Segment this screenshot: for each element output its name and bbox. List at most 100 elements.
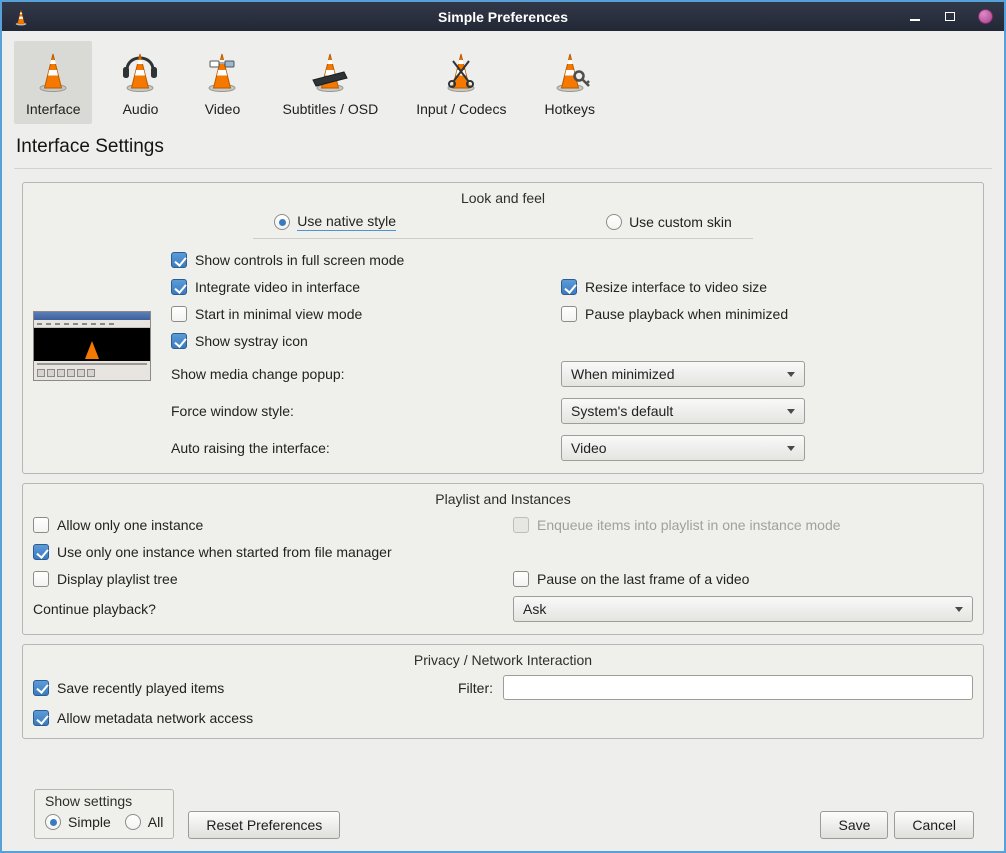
checkbox-pause-when-minimized[interactable]: Pause playback when minimized bbox=[561, 306, 788, 322]
input-codecs-icon bbox=[439, 49, 483, 96]
force-window-style-label: Force window style: bbox=[171, 403, 561, 419]
checkbox-start-minimal-view[interactable]: Start in minimal view mode bbox=[171, 306, 362, 322]
checkbox-box bbox=[561, 306, 577, 322]
category-toolbar: Interface Audio Video Subtitles / OSD In… bbox=[2, 31, 1004, 126]
save-button[interactable]: Save bbox=[820, 811, 888, 839]
checkbox-show-systray-icon[interactable]: Show systray icon bbox=[171, 333, 308, 349]
chevron-down-icon bbox=[787, 409, 795, 414]
tab-label: Hotkeys bbox=[544, 101, 595, 117]
video-cone-icon bbox=[200, 49, 244, 96]
audio-headphones-icon bbox=[118, 49, 162, 96]
tab-subtitles-osd[interactable]: Subtitles / OSD bbox=[270, 41, 390, 124]
preview-titlebar bbox=[34, 312, 150, 320]
privacy-network-group: Privacy / Network Interaction Save recen… bbox=[22, 644, 984, 739]
vlc-interface-preview-image bbox=[33, 311, 151, 381]
radio-dot bbox=[45, 814, 61, 830]
preview-video-area bbox=[34, 328, 150, 361]
checkbox-display-playlist-tree[interactable]: Display playlist tree bbox=[33, 571, 513, 587]
checkbox-box bbox=[33, 710, 49, 726]
titlebar: Simple Preferences bbox=[2, 2, 1004, 31]
checkbox-box bbox=[171, 252, 187, 268]
tab-video[interactable]: Video bbox=[188, 41, 256, 124]
continue-playback-dropdown[interactable]: Ask bbox=[513, 596, 973, 622]
preferences-window: Simple Preferences Interface Audio Video bbox=[0, 0, 1006, 853]
checkbox-box bbox=[171, 333, 187, 349]
group-title: Look and feel bbox=[33, 187, 973, 213]
tab-label: Audio bbox=[123, 101, 159, 117]
hotkeys-key-icon bbox=[548, 49, 592, 96]
preview-menubar bbox=[34, 320, 150, 328]
checkbox-pause-last-frame[interactable]: Pause on the last frame of a video bbox=[513, 571, 973, 587]
continue-playback-label: Continue playback? bbox=[33, 601, 513, 617]
checkbox-one-instance-file-manager[interactable]: Use only one instance when started from … bbox=[33, 544, 513, 560]
style-radio-row: Use native style Use custom skin bbox=[33, 213, 973, 231]
radio-settings-simple[interactable]: Simple bbox=[45, 814, 111, 830]
vlc-app-icon bbox=[12, 8, 30, 26]
window-title: Simple Preferences bbox=[2, 9, 1004, 25]
maximize-button[interactable] bbox=[941, 8, 959, 26]
tab-label: Subtitles / OSD bbox=[282, 101, 378, 117]
group-title: Privacy / Network Interaction bbox=[33, 649, 973, 675]
window-controls bbox=[906, 8, 994, 26]
tab-interface[interactable]: Interface bbox=[14, 41, 92, 124]
tab-input-codecs[interactable]: Input / Codecs bbox=[404, 41, 518, 124]
media-change-popup-label: Show media change popup: bbox=[171, 366, 561, 382]
checkbox-box bbox=[33, 544, 49, 560]
checkbox-box bbox=[33, 571, 49, 587]
media-change-popup-dropdown[interactable]: When minimized bbox=[561, 361, 805, 387]
dropdown-value: Ask bbox=[523, 601, 546, 617]
radio-use-custom-skin[interactable]: Use custom skin bbox=[606, 214, 732, 230]
tab-label: Interface bbox=[26, 101, 80, 117]
interface-cone-icon bbox=[31, 49, 75, 96]
subtitles-osd-icon bbox=[308, 49, 352, 96]
radio-label: All bbox=[148, 814, 164, 830]
checkbox-box bbox=[513, 517, 529, 533]
checkbox-box bbox=[33, 680, 49, 696]
dropdown-value: Video bbox=[571, 440, 607, 456]
close-button[interactable] bbox=[976, 8, 994, 26]
checkbox-allow-metadata-access[interactable]: Allow metadata network access bbox=[33, 710, 973, 726]
minimize-icon bbox=[910, 19, 920, 21]
checkbox-box bbox=[33, 517, 49, 533]
tab-hotkeys[interactable]: Hotkeys bbox=[532, 41, 607, 124]
radio-dot bbox=[274, 214, 290, 230]
checkbox-allow-one-instance[interactable]: Allow only one instance bbox=[33, 517, 513, 533]
footer: Show settings Simple All Reset Preferenc… bbox=[22, 789, 984, 851]
close-icon bbox=[978, 9, 993, 24]
checkbox-show-controls-fullscreen[interactable]: Show controls in full screen mode bbox=[171, 252, 404, 268]
look-and-feel-dropdowns: Show media change popup: When minimized … bbox=[171, 361, 973, 461]
checkbox-resize-interface[interactable]: Resize interface to video size bbox=[561, 279, 767, 295]
filter-input[interactable] bbox=[503, 675, 973, 700]
cancel-button[interactable]: Cancel bbox=[894, 811, 974, 839]
filter-label: Filter: bbox=[458, 680, 493, 696]
content: Look and feel Use native style Use custo… bbox=[2, 169, 1004, 851]
radio-label: Use custom skin bbox=[629, 214, 732, 230]
checkbox-save-recent-items[interactable]: Save recently played items bbox=[33, 680, 458, 696]
radio-settings-all[interactable]: All bbox=[125, 814, 164, 830]
radio-label: Use native style bbox=[297, 213, 396, 231]
auto-raising-label: Auto raising the interface: bbox=[171, 440, 561, 456]
dropdown-value: When minimized bbox=[571, 366, 674, 382]
look-and-feel-group: Look and feel Use native style Use custo… bbox=[22, 182, 984, 474]
show-settings-group: Show settings Simple All bbox=[34, 789, 174, 839]
page-title: Interface Settings bbox=[14, 132, 992, 169]
maximize-icon bbox=[945, 12, 955, 21]
radio-dot bbox=[125, 814, 141, 830]
checkbox-box bbox=[513, 571, 529, 587]
minimize-button[interactable] bbox=[906, 8, 924, 26]
chevron-down-icon bbox=[787, 446, 795, 451]
checkbox-integrate-video[interactable]: Integrate video in interface bbox=[171, 279, 360, 295]
tab-label: Input / Codecs bbox=[416, 101, 506, 117]
force-window-style-dropdown[interactable]: System's default bbox=[561, 398, 805, 424]
radio-dot bbox=[606, 214, 622, 230]
tab-audio[interactable]: Audio bbox=[106, 41, 174, 124]
chevron-down-icon bbox=[787, 372, 795, 377]
chevron-down-icon bbox=[955, 607, 963, 612]
radio-label: Simple bbox=[68, 814, 111, 830]
reset-preferences-button[interactable]: Reset Preferences bbox=[188, 811, 340, 839]
playlist-instances-group: Playlist and Instances Allow only one in… bbox=[22, 483, 984, 635]
auto-raising-dropdown[interactable]: Video bbox=[561, 435, 805, 461]
preview-seekbar bbox=[34, 361, 150, 367]
radio-use-native-style[interactable]: Use native style bbox=[274, 213, 396, 231]
dropdown-value: System's default bbox=[571, 403, 673, 419]
